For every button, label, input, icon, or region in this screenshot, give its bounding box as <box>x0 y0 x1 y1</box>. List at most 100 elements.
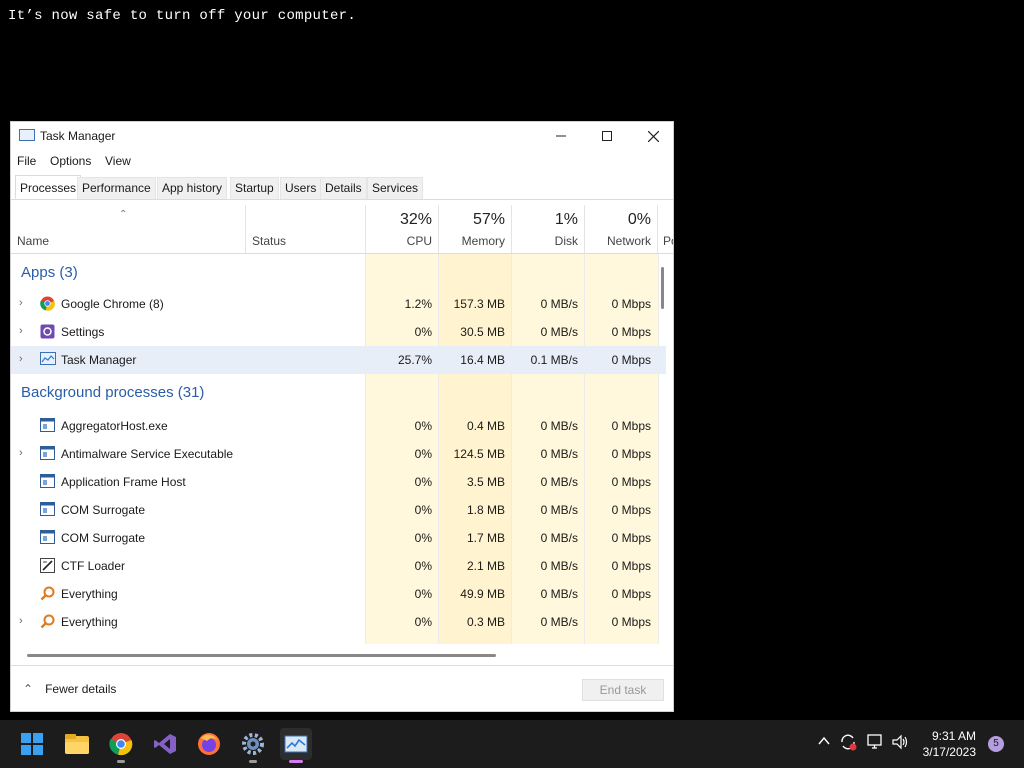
disk-total: 1% <box>554 211 578 228</box>
tab-startup[interactable]: Startup <box>230 177 279 199</box>
taskbar-task-manager[interactable] <box>280 728 312 763</box>
process-row[interactable]: › Antimalware Service Executable 0% 124.5 M… <box>11 440 666 468</box>
tab-strip: Processes Performance App history Startu… <box>11 175 673 200</box>
menu-options[interactable]: Options <box>50 154 91 168</box>
process-row[interactable]: COM Surrogate 0% 1.7 MB 0 MB/s 0 Mbps <box>11 524 666 552</box>
process-row[interactable]: CTF Loader 0% 2.1 MB 0 MB/s 0 Mbps <box>11 552 666 580</box>
column-status[interactable]: Status <box>245 205 365 253</box>
clock[interactable]: 9:31 AM 3/17/2023 <box>912 728 976 760</box>
column-cpu[interactable]: 32% CPU <box>365 205 438 253</box>
cpu-value: 1.2% <box>404 297 432 311</box>
visual-studio-icon <box>154 734 176 754</box>
process-row[interactable]: › Settings 0% 30.5 MB 0 MB/s 0 Mbps <box>11 318 666 346</box>
process-row[interactable]: › Task Manager 25.7% 16.4 MB 0.1 MB/s 0 Mbps <box>11 346 666 374</box>
task-manager-icon <box>284 735 308 753</box>
process-row[interactable]: Application Frame Host 0% 3.5 MB 0 MB/s 0 Mb… <box>11 468 666 496</box>
tab-processes[interactable]: Processes <box>15 175 82 199</box>
ctf-loader-icon <box>40 558 55 573</box>
tab-users[interactable]: Users <box>280 177 322 199</box>
network-value: 0 Mbps <box>611 297 651 311</box>
tab-app-history[interactable]: App history <box>157 177 228 199</box>
app-window-icon <box>40 418 55 433</box>
everything-search-icon <box>40 614 55 629</box>
column-name[interactable]: ⌃ Name <box>11 205 245 253</box>
cpu-value: 0% <box>414 325 432 339</box>
minimize-button[interactable] <box>538 122 584 150</box>
chevron-right-icon[interactable]: › <box>19 447 23 459</box>
task-manager-icon <box>19 129 35 141</box>
end-task-button[interactable]: End task <box>582 679 664 701</box>
fewer-details-toggle[interactable]: ⌃ Fewer details <box>23 682 116 696</box>
network-value: 0 Mbps <box>611 353 651 367</box>
menu-view[interactable]: View <box>105 154 131 168</box>
network-button[interactable] <box>866 733 884 756</box>
maximize-icon <box>602 131 612 141</box>
taskbar: 9:31 AM 3/17/2023 <box>0 720 1024 768</box>
footer-bar: ⌃ Fewer details End task <box>11 665 673 711</box>
process-list: Apps (3) › Google Chrome (8) 1.2% 157.3 MB 0 … <box>11 254 666 644</box>
taskbar-chrome[interactable] <box>105 728 137 763</box>
cpu-value: 0% <box>414 475 432 489</box>
column-memory[interactable]: 57% Memory <box>438 205 511 253</box>
disk-value: 0 MB/s <box>540 587 578 601</box>
memory-value: 2.1 MB <box>466 559 505 573</box>
show-hidden-icons-button[interactable] <box>817 734 831 753</box>
task-manager-icon <box>40 352 56 367</box>
taskbar-settings[interactable] <box>237 728 269 763</box>
app-window-icon <box>40 530 55 545</box>
process-row[interactable]: › Google Chrome (8) 1.2% 157.3 MB 0 MB/s 0 Mb… <box>11 290 666 318</box>
close-icon <box>647 130 659 142</box>
taskbar-firefox[interactable] <box>193 728 225 760</box>
disk-value: 0 MB/s <box>540 325 578 339</box>
network-label: Network <box>606 234 651 248</box>
process-name: Settings <box>61 325 105 339</box>
start-button[interactable] <box>16 728 48 760</box>
volume-button[interactable] <box>891 733 909 756</box>
process-row[interactable]: Everything 0% 49.9 MB 0 MB/s 0 Mbps <box>11 580 666 608</box>
process-name: Google Chrome (8) <box>61 297 164 311</box>
close-button[interactable] <box>630 122 673 150</box>
process-name: COM Surrogate <box>61 503 146 517</box>
group-header: Apps (3) <box>21 264 78 281</box>
taskbar-file-explorer[interactable] <box>61 728 93 760</box>
process-row[interactable]: COM Surrogate 0% 1.8 MB 0 MB/s 0 Mbps <box>11 496 666 524</box>
column-disk[interactable]: 1% Disk <box>511 205 584 253</box>
settings-icon <box>40 324 55 339</box>
sync-error-icon <box>841 734 857 751</box>
tab-details[interactable]: Details <box>320 177 367 199</box>
column-header: ⌃ Name Status 32% CPU 57% Memory 1% Disk… <box>11 205 673 254</box>
column-network[interactable]: 0% Network <box>584 205 657 253</box>
memory-value: 124.5 MB <box>453 447 505 461</box>
process-row[interactable]: AggregatorHost.exe 0% 0.4 MB 0 MB/s 0 Mbps <box>11 412 666 440</box>
vertical-scrollbar[interactable] <box>661 267 664 309</box>
tab-services[interactable]: Services <box>367 177 424 199</box>
taskbar-visual-studio[interactable] <box>149 728 181 760</box>
horizontal-scrollbar[interactable] <box>27 654 496 657</box>
chevron-right-icon[interactable]: › <box>19 353 23 365</box>
tab-performance[interactable]: Performance <box>77 177 156 199</box>
memory-value: 30.5 MB <box>460 325 505 339</box>
sync-status-button[interactable] <box>839 733 857 756</box>
menu-file[interactable]: File <box>17 154 36 168</box>
cpu-value: 0% <box>414 531 432 545</box>
process-name: Application Frame Host <box>61 475 186 489</box>
memory-total: 57% <box>472 211 505 228</box>
disk-value: 0 MB/s <box>540 615 578 629</box>
memory-value: 157.3 MB <box>453 297 505 311</box>
chevron-right-icon[interactable]: › <box>19 615 23 627</box>
notification-badge[interactable]: 5 <box>988 736 1004 752</box>
memory-value: 16.4 MB <box>460 353 505 367</box>
maximize-button[interactable] <box>584 122 630 150</box>
network-value: 0 Mbps <box>611 587 651 601</box>
network-value: 0 Mbps <box>611 503 651 517</box>
title-bar[interactable]: Task Manager <box>11 122 673 150</box>
chevron-right-icon[interactable]: › <box>19 297 23 309</box>
chevron-right-icon[interactable]: › <box>19 325 23 337</box>
cpu-value: 0% <box>414 419 432 433</box>
disk-value: 0.1 MB/s <box>530 353 578 367</box>
network-total: 0% <box>627 211 651 228</box>
cpu-value: 25.7% <box>397 353 432 367</box>
column-power[interactable]: Po <box>657 205 673 253</box>
process-row[interactable]: › Everything 0% 0.3 MB 0 MB/s 0 Mbps <box>11 608 666 636</box>
disk-value: 0 MB/s <box>540 559 578 573</box>
